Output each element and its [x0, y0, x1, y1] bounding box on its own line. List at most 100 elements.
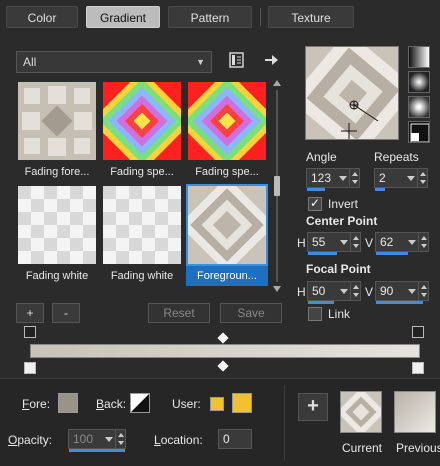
stop-properties-footer: Fore: Back: User: Opacity: 100 Location:… — [0, 378, 440, 466]
focal-v-value: 90 — [380, 284, 394, 298]
focal-h-input[interactable]: 50 — [307, 281, 361, 304]
opacity-stop-left[interactable] — [24, 326, 36, 338]
location-value: 0 — [223, 432, 230, 446]
gallery-item-label: Fading fore... — [24, 166, 90, 178]
opacity-label: Opacity: — [8, 433, 53, 447]
gallery-item[interactable]: Fading spe... — [186, 80, 268, 182]
previous-label: Previous — [396, 441, 440, 455]
gallery-item-label: Fading white — [25, 270, 89, 282]
color-midpoint[interactable] — [217, 360, 229, 372]
angle-value: 123 — [311, 171, 332, 185]
color-stop-right[interactable] — [412, 362, 424, 374]
dropdown-icon[interactable] — [339, 233, 349, 251]
color-stop-left[interactable] — [24, 362, 36, 374]
scroll-down-icon[interactable] — [273, 286, 281, 292]
center-v-label: V — [365, 236, 374, 250]
previous-swatch[interactable] — [394, 391, 436, 433]
opacity-stop-right[interactable] — [412, 326, 424, 338]
footer-divider — [284, 385, 285, 461]
user-swatch[interactable] — [232, 393, 252, 413]
link-label: Link — [328, 307, 351, 321]
tab-bar: Color Gradient Pattern Texture — [0, 0, 440, 36]
repeats-label: Repeats — [374, 150, 419, 164]
gradient-preview[interactable] — [305, 46, 399, 140]
current-swatch[interactable] — [340, 391, 382, 433]
opacity-value: 100 — [73, 432, 94, 446]
focal-v-level-bar — [376, 301, 423, 304]
gradient-gallery: Fading fore... Fading spe... Fading spe.… — [16, 80, 268, 288]
tab-gradient[interactable]: Gradient — [86, 6, 160, 28]
gradient-editor — [16, 322, 434, 376]
arrow-right-icon[interactable] — [262, 51, 280, 69]
opacity-input[interactable]: 100 — [68, 429, 126, 452]
stepper-icon[interactable] — [349, 169, 359, 187]
gallery-item[interactable]: Fading white — [101, 184, 183, 286]
linear-style-icon[interactable] — [408, 46, 430, 68]
fore-swatch[interactable] — [58, 393, 78, 413]
dropdown-value: All — [23, 55, 37, 69]
dropdown-icon[interactable] — [407, 233, 417, 251]
scroll-up-icon[interactable] — [273, 80, 281, 86]
gradient-thumbnail — [186, 184, 268, 266]
location-input[interactable]: 0 — [218, 429, 252, 449]
stepper-icon[interactable] — [115, 430, 125, 448]
gallery-item-label: Foregroun... — [197, 270, 257, 282]
radial-style-icon[interactable] — [408, 121, 430, 143]
gallery-item-label: Fading spe... — [195, 166, 259, 178]
gradient-category-dropdown[interactable]: All ▼ — [16, 51, 212, 73]
sunburst-style-icon[interactable] — [408, 96, 430, 118]
center-h-input[interactable]: 55 — [307, 232, 361, 255]
gallery-item[interactable]: Foregroun... — [186, 184, 268, 286]
stepper-icon[interactable] — [418, 233, 428, 251]
rectangular-style-icon[interactable] — [408, 71, 430, 93]
open-library-icon[interactable] — [228, 51, 246, 69]
repeats-input[interactable]: 2 — [374, 168, 428, 191]
stepper-icon[interactable] — [350, 282, 360, 300]
invert-checkbox[interactable] — [308, 196, 322, 211]
gallery-item[interactable]: Fading spe... — [101, 80, 183, 182]
gallery-scrollbar[interactable] — [272, 80, 282, 292]
center-v-level-bar — [376, 252, 409, 255]
tab-color[interactable]: Color — [6, 6, 78, 28]
center-v-input[interactable]: 62 — [375, 232, 429, 255]
dropdown-icon[interactable] — [406, 169, 416, 187]
gradient-thumbnail — [18, 186, 96, 264]
repeats-value: 2 — [379, 171, 386, 185]
opacity-level-bar — [69, 449, 125, 452]
gradient-thumbnail — [103, 82, 181, 160]
gradient-thumbnail — [188, 82, 266, 160]
tab-pattern[interactable]: Pattern — [168, 6, 252, 28]
link-checkbox[interactable] — [308, 307, 322, 321]
reset-button[interactable]: Reset — [148, 303, 210, 323]
save-button[interactable]: Save — [220, 303, 282, 323]
focal-h-level-bar — [308, 301, 334, 304]
gallery-item-label: Fading spe... — [110, 166, 174, 178]
focal-v-input[interactable]: 90 — [375, 281, 429, 304]
dropdown-icon[interactable] — [104, 430, 114, 448]
gradient-bar[interactable] — [30, 344, 420, 358]
opacity-midpoint[interactable] — [217, 332, 229, 344]
stepper-icon[interactable] — [418, 282, 428, 300]
stepper-icon[interactable] — [350, 233, 360, 251]
dropdown-icon[interactable] — [407, 282, 417, 300]
gallery-item[interactable]: Fading fore... — [16, 80, 98, 182]
add-to-swatches-button[interactable]: + — [298, 393, 328, 421]
dropdown-icon[interactable] — [338, 169, 348, 187]
tab-texture[interactable]: Texture — [268, 6, 354, 28]
scroll-thumb[interactable] — [274, 176, 280, 196]
gallery-item-label: Fading white — [110, 270, 174, 282]
add-gradient-button[interactable]: + — [16, 303, 44, 323]
dropdown-icon[interactable] — [339, 282, 349, 300]
center-v-value: 62 — [380, 235, 394, 249]
focal-v-label: V — [365, 285, 374, 299]
gallery-item[interactable]: Fading white — [16, 184, 98, 286]
angle-input[interactable]: 123 — [306, 168, 360, 191]
location-label: Location: — [154, 433, 203, 447]
user-swatch-small[interactable] — [210, 397, 224, 411]
chevron-down-icon: ▼ — [196, 57, 205, 67]
remove-gradient-button[interactable]: - — [52, 303, 80, 323]
back-swatch[interactable] — [130, 393, 150, 413]
fore-label: Fore: — [22, 397, 51, 411]
angle-level-bar — [307, 188, 325, 191]
stepper-icon[interactable] — [417, 169, 427, 187]
